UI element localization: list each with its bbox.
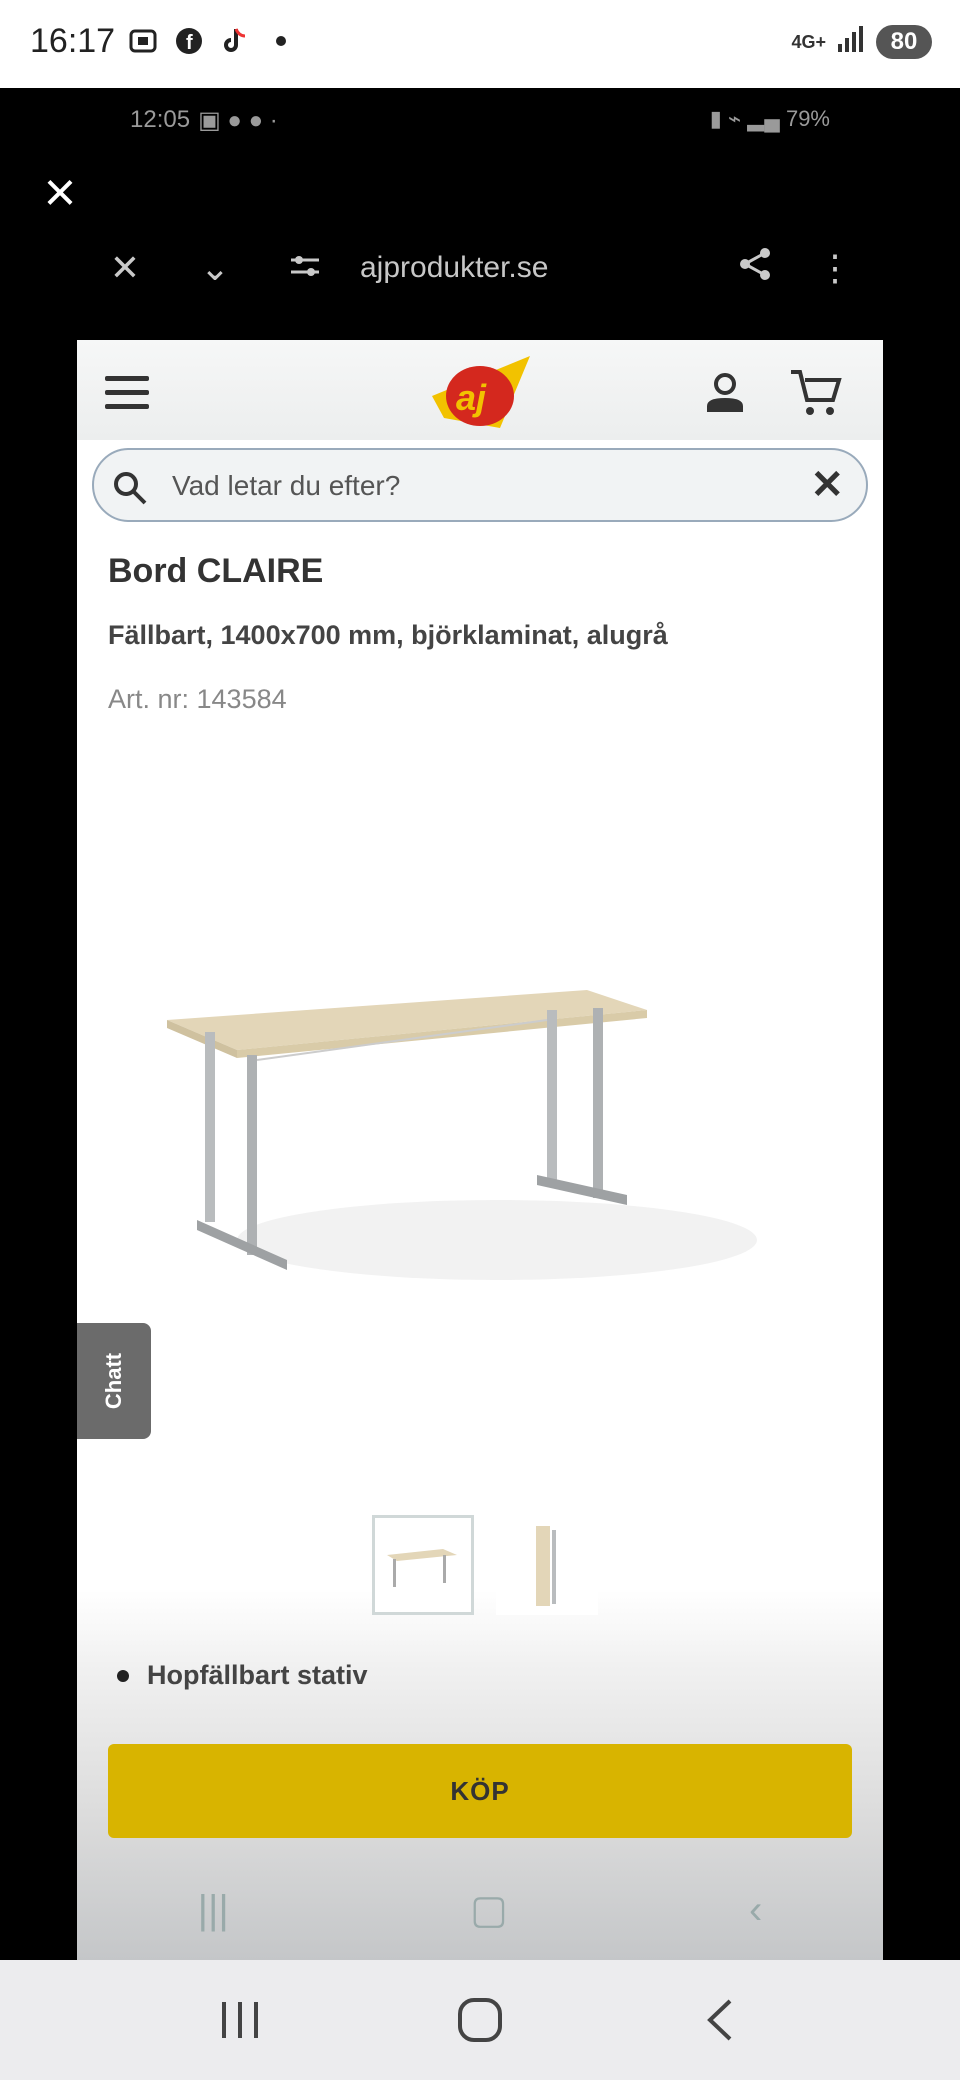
- system-nav-bar: [0, 1960, 960, 2080]
- bullet-icon: [117, 1669, 129, 1682]
- close-tab-icon[interactable]: ✕: [100, 247, 150, 289]
- site-settings-icon[interactable]: [280, 247, 330, 289]
- inner-notification-icons: ▣ ● ● ·: [198, 107, 278, 134]
- feature-list-item: Hopfällbart stativ: [117, 1660, 368, 1691]
- search-input[interactable]: Vad letar du efter?: [172, 470, 400, 502]
- home-button[interactable]: [440, 1980, 520, 2060]
- facebook-icon: f: [172, 24, 206, 58]
- signal-icon: [836, 24, 866, 59]
- inner-recents-icon: |||: [197, 1887, 229, 1932]
- inner-status-time: 12:05: [130, 106, 191, 133]
- status-bar: 16:17 f 4G+ 80: [0, 0, 960, 88]
- screenshot-viewer: × 12:05 ▣ ● ● · ▮ ⌁ ▂▄ 79% ✕ ⌄ ajprodukt…: [0, 88, 960, 1962]
- menu-icon[interactable]: [105, 376, 149, 410]
- search-icon[interactable]: [112, 470, 148, 506]
- web-page: aj Vad letar du efter? ✕ Bord CLAIRE Fäl…: [77, 340, 883, 1962]
- chevron-down-icon[interactable]: ⌄: [190, 247, 240, 289]
- inner-nav-bar: ||| ▢ ‹: [77, 1860, 883, 1960]
- tiktok-icon: [218, 24, 252, 58]
- aj-logo[interactable]: aj: [422, 348, 542, 438]
- thumbnail-2[interactable]: [496, 1515, 598, 1615]
- svg-text:aj: aj: [456, 377, 487, 418]
- search-bar[interactable]: Vad letar du efter? ✕: [92, 448, 868, 522]
- buy-button[interactable]: KÖP: [108, 1744, 852, 1838]
- site-header: aj: [77, 340, 883, 440]
- article-number: Art. nr: 143584: [108, 684, 287, 714]
- inner-status-left: 12:05 ▣ ● ● ·: [130, 106, 278, 135]
- more-notifications-dot: [264, 24, 298, 58]
- screenshot-icon: [126, 24, 160, 58]
- notification-icons: f: [126, 24, 298, 58]
- svg-text:f: f: [186, 32, 193, 54]
- status-right: 4G+ 80: [791, 24, 932, 59]
- chat-label: Chatt: [101, 1352, 126, 1410]
- inner-status-right: ▮ ⌁ ▂▄ 79%: [710, 106, 830, 132]
- status-time: 16:17: [30, 22, 116, 60]
- inner-home-icon: ▢: [470, 1888, 508, 1932]
- feature-label: Hopfällbart stativ: [147, 1660, 368, 1690]
- image-thumbnails: [372, 1515, 598, 1615]
- account-icon[interactable]: [703, 370, 747, 414]
- browser-toolbar: ✕ ⌄ ajprodukter.se ⋮: [100, 238, 860, 298]
- inner-back-icon: ‹: [749, 1887, 763, 1932]
- battery-indicator: 80: [876, 24, 932, 59]
- chat-tab-button[interactable]: Chatt: [77, 1323, 151, 1439]
- more-options-icon[interactable]: ⋮: [810, 247, 860, 289]
- product-title: Bord CLAIRE: [108, 552, 324, 590]
- buy-button-label: KÖP: [450, 1775, 510, 1806]
- url-field[interactable]: ajprodukter.se: [360, 251, 730, 285]
- clear-search-icon[interactable]: ✕: [810, 462, 844, 508]
- inner-battery: 79%: [785, 106, 830, 131]
- thumbnail-1[interactable]: [372, 1515, 474, 1615]
- share-icon[interactable]: [730, 246, 780, 291]
- network-type: 4G+: [791, 31, 826, 52]
- product-subtitle: Fällbart, 1400x700 mm, björklaminat, alu…: [108, 620, 668, 650]
- cart-icon[interactable]: [789, 368, 843, 418]
- product-image-table[interactable]: [167, 920, 807, 1320]
- inner-signal-icon: ▮ ⌁ ▂▄: [709, 106, 780, 131]
- recents-button[interactable]: [200, 1980, 280, 2060]
- close-viewer-button[interactable]: ×: [36, 164, 84, 220]
- back-button[interactable]: [680, 1980, 760, 2060]
